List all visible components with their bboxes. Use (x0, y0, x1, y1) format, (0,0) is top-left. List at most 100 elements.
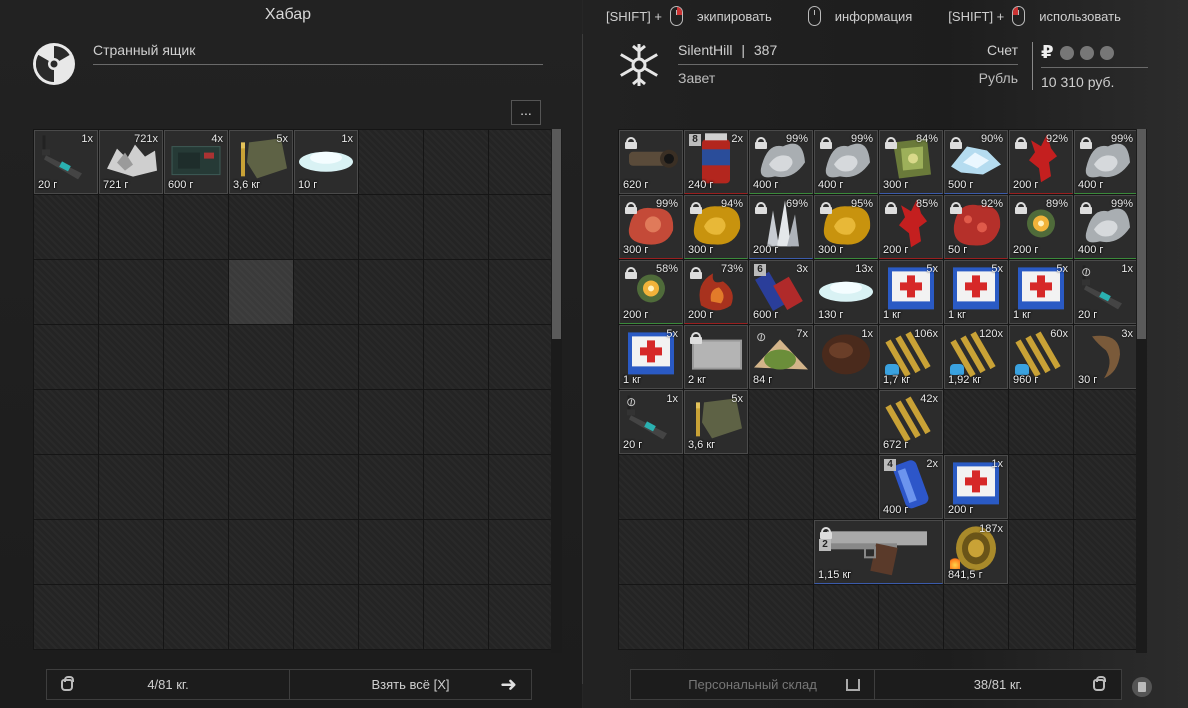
grid-cell[interactable] (619, 455, 683, 519)
inventory-item[interactable]: 94% 300 г (684, 195, 748, 259)
grid-cell[interactable] (424, 455, 488, 519)
grid-cell[interactable] (359, 520, 423, 584)
grid-cell[interactable] (879, 585, 943, 649)
grid-cell[interactable] (749, 455, 813, 519)
grid-cell[interactable] (489, 520, 553, 584)
inventory-item[interactable]: 1x 10 г (294, 130, 358, 194)
grid-cell[interactable] (34, 195, 98, 259)
grid-cell[interactable] (814, 390, 878, 454)
grid-cell[interactable] (619, 585, 683, 649)
grid-cell[interactable] (99, 325, 163, 389)
grid-cell[interactable] (1074, 455, 1138, 519)
grid-cell[interactable] (34, 325, 98, 389)
grid-cell[interactable] (164, 195, 228, 259)
trash-icon[interactable] (1132, 677, 1152, 697)
grid-cell[interactable] (1074, 390, 1138, 454)
more-options-button[interactable]: ... (511, 100, 541, 125)
inventory-item[interactable]: 89% 200 г (1009, 195, 1073, 259)
inventory-item[interactable]: 120x 1,92 кг (944, 325, 1008, 389)
grid-cell[interactable] (424, 390, 488, 454)
inventory-item[interactable]: 620 г (619, 130, 683, 194)
inventory-item[interactable]: 5x 3,6 кг (229, 130, 293, 194)
grid-cell[interactable] (229, 585, 293, 649)
inventory-item[interactable]: 2 кг (684, 325, 748, 389)
inventory-item[interactable]: 13x 130 г (814, 260, 878, 324)
inventory-item[interactable]: 85% 200 г (879, 195, 943, 259)
grid-cell[interactable] (359, 455, 423, 519)
grid-cell[interactable] (489, 195, 553, 259)
inventory-item[interactable]: 5x 1 кг (879, 260, 943, 324)
grid-cell[interactable] (489, 130, 553, 194)
gear-currency-icon[interactable] (1059, 45, 1074, 60)
grid-cell[interactable] (1009, 520, 1073, 584)
inventory-item[interactable]: 73% 200 г (684, 260, 748, 324)
grid-cell[interactable] (229, 455, 293, 519)
inventory-item[interactable]: 42x 672 г (879, 390, 943, 454)
take-all-button[interactable]: Взять всё [X] ➜ (289, 670, 531, 699)
inventory-item[interactable]: 58% 200 г (619, 260, 683, 324)
grid-cell[interactable] (944, 390, 1008, 454)
grid-cell[interactable] (1074, 520, 1138, 584)
grid-cell[interactable] (99, 195, 163, 259)
grid-cell[interactable] (489, 325, 553, 389)
grid-cell[interactable] (229, 520, 293, 584)
inventory-item[interactable]: 95% 300 г (814, 195, 878, 259)
ruble-icon[interactable]: ₽ (1041, 42, 1054, 63)
grid-cell[interactable] (164, 585, 228, 649)
inventory-item[interactable]: 60x 960 г (1009, 325, 1073, 389)
globe-currency-icon[interactable] (1099, 45, 1114, 60)
grid-cell[interactable] (294, 260, 358, 324)
inventory-item[interactable]: 4x 600 г (164, 130, 228, 194)
grid-cell[interactable] (164, 260, 228, 324)
grid-cell[interactable] (164, 455, 228, 519)
grid-cell[interactable] (34, 585, 98, 649)
grid-cell[interactable] (294, 390, 358, 454)
grid-cell[interactable] (164, 390, 228, 454)
grid-cell[interactable] (749, 390, 813, 454)
grid-cell[interactable] (489, 455, 553, 519)
inventory-item[interactable]: 90% 500 г (944, 130, 1008, 194)
inventory-item[interactable]: 5x 3,6 кг (684, 390, 748, 454)
grid-cell[interactable] (1009, 455, 1073, 519)
grid-cell[interactable] (424, 195, 488, 259)
inventory-item[interactable]: 1x (814, 325, 878, 389)
grid-cell[interactable] (489, 390, 553, 454)
grid-cell[interactable] (99, 455, 163, 519)
grid-cell[interactable] (229, 260, 293, 324)
inventory-item[interactable]: 8 2x 240 г (684, 130, 748, 194)
inventory-item[interactable]: 6 3x 600 г (749, 260, 813, 324)
grid-cell[interactable] (229, 195, 293, 259)
grid-cell[interactable] (684, 520, 748, 584)
grid-cell[interactable] (489, 260, 553, 324)
inventory-item[interactable]: 187x 841,5 г (944, 520, 1008, 584)
inventory-item[interactable]: 84% 300 г (879, 130, 943, 194)
grid-cell[interactable] (424, 260, 488, 324)
inventory-item[interactable]: 69% 200 г (749, 195, 813, 259)
grid-cell[interactable] (359, 260, 423, 324)
grid-cell[interactable] (34, 390, 98, 454)
inventory-item[interactable]: 5x 1 кг (944, 260, 1008, 324)
grid-cell[interactable] (619, 520, 683, 584)
grid-cell[interactable] (359, 195, 423, 259)
inventory-item[interactable]: 1x 20 г (34, 130, 98, 194)
grid-cell[interactable] (34, 260, 98, 324)
inventory-item[interactable]: ⊘ 7x 84 г (749, 325, 813, 389)
loot-scrollbar[interactable] (551, 129, 562, 653)
grid-cell[interactable] (294, 520, 358, 584)
inventory-item[interactable]: 1x 200 г (944, 455, 1008, 519)
grid-cell[interactable] (424, 585, 488, 649)
grid-cell[interactable] (684, 585, 748, 649)
grid-cell[interactable] (229, 390, 293, 454)
grid-cell[interactable] (359, 130, 423, 194)
inventory-item[interactable]: 106x 1,7 кг (879, 325, 943, 389)
grid-cell[interactable] (294, 325, 358, 389)
inventory-item[interactable]: 5x 1 кг (619, 325, 683, 389)
inventory-item[interactable]: 2 1,15 кг (814, 520, 943, 584)
grid-cell[interactable] (164, 520, 228, 584)
inventory-item[interactable]: ⊘ 1x 20 г (1074, 260, 1138, 324)
grid-cell[interactable] (1009, 585, 1073, 649)
grid-cell[interactable] (99, 520, 163, 584)
grid-cell[interactable] (749, 520, 813, 584)
grid-cell[interactable] (229, 325, 293, 389)
grid-cell[interactable] (424, 520, 488, 584)
